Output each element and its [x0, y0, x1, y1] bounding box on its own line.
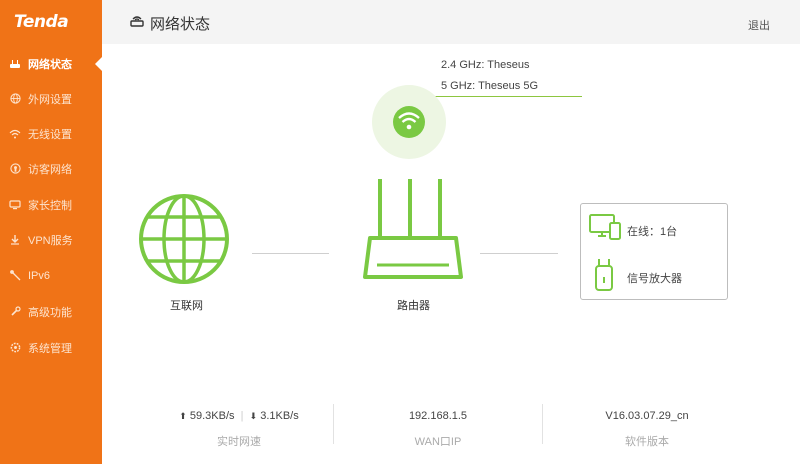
upload-speed: 59.3KB/s — [189, 410, 235, 422]
sidebar-item-label: 系统管理 — [28, 342, 72, 355]
page-title: 网络状态 — [150, 16, 211, 33]
divider — [542, 404, 543, 444]
sidebar-item-label: 家长控制 — [28, 199, 72, 212]
active-indicator — [95, 57, 102, 71]
download-arrow-icon: ⬇ — [249, 411, 258, 421]
download-speed: 3.1KB/s — [260, 410, 299, 422]
sidebar-item-wan-settings[interactable]: 外网设置 — [0, 81, 102, 116]
sidebar-item-parental-control[interactable]: 家长控制 — [0, 187, 102, 222]
sidebar-item-label: VPN服务 — [28, 234, 73, 247]
globe-icon — [2, 93, 28, 104]
realtime-speed: ⬆ 59.3KB/s | ⬇ 3.1KB/s — [164, 410, 314, 422]
devices-icon — [589, 214, 621, 245]
router-icon — [2, 59, 28, 69]
internet-label: 互联网 — [170, 300, 203, 312]
online-count[interactable]: 在线：1台 — [627, 223, 677, 239]
upload-arrow-icon: ⬆ — [179, 411, 187, 421]
wifi-icon — [2, 129, 28, 139]
extender-label[interactable]: 信号放大器 — [627, 270, 682, 286]
devices-panel: 在线：1台 信号放大器 — [580, 203, 728, 300]
router-devices-line — [480, 253, 558, 254]
router-label: 路由器 — [397, 300, 430, 312]
sidebar-item-label: 访客网络 — [28, 163, 72, 176]
ssid-24ghz: 2.4 GHz: Theseus — [441, 59, 530, 71]
firmware-label: 软件版本 — [625, 436, 669, 448]
internet-router-line — [252, 253, 329, 254]
sidebar-item-system[interactable]: 系统管理 — [0, 330, 102, 365]
sidebar-item-ipv6[interactable]: IPv6 — [0, 258, 102, 293]
wan-ip-value: 192.168.1.5 — [408, 410, 468, 422]
sidebar-item-wireless-settings[interactable]: 无线设置 — [0, 116, 102, 151]
sidebar-item-label: 无线设置 — [28, 128, 72, 141]
ssid-connector-line — [432, 96, 582, 97]
sidebar-item-label: 外网设置 — [28, 93, 72, 106]
ipv6-icon — [2, 270, 28, 281]
router-icon[interactable] — [363, 178, 463, 280]
ssid-5ghz: 5 GHz: Theseus 5G — [441, 80, 539, 92]
divider — [333, 404, 334, 444]
sidebar-item-vpn[interactable]: VPN服务 — [0, 222, 102, 257]
firmware-version: V16.03.07.29_cn — [605, 410, 689, 422]
guest-icon — [2, 163, 28, 174]
main-content: 网络状态 退出 2.4 GHz: Theseus 5 GHz: Theseus … — [102, 0, 800, 464]
sidebar-item-label: IPv6 — [28, 269, 51, 282]
sidebar-item-label: 高级功能 — [28, 306, 72, 319]
router-icon — [130, 15, 144, 33]
wifi-status-button[interactable] — [372, 85, 446, 159]
logout-link[interactable]: 退出 — [748, 17, 770, 33]
page-header: 网络状态 退出 — [102, 0, 800, 44]
globe-icon[interactable] — [138, 193, 230, 285]
sidebar-item-advanced[interactable]: 高级功能 — [0, 294, 102, 329]
sidebar-item-guest-network[interactable]: 访客网络 — [0, 151, 102, 186]
speed-divider: | — [237, 410, 247, 422]
sidebar: Tenda 网络状态 外网设置 无线设置 访客网络 家长控制 VPN服务 IPv… — [0, 0, 102, 464]
parental-icon — [2, 199, 28, 210]
sidebar-item-label: 网络状态 — [28, 58, 72, 71]
wrench-icon — [2, 306, 28, 317]
extender-icon — [595, 258, 613, 297]
sidebar-item-network-status[interactable]: 网络状态 — [0, 46, 102, 81]
gear-icon — [2, 342, 28, 353]
wan-ip-label: WAN口IP — [414, 436, 462, 448]
speed-label: 实时网速 — [217, 436, 261, 448]
tenda-logo: Tenda — [14, 12, 69, 32]
vpn-icon — [2, 234, 28, 245]
